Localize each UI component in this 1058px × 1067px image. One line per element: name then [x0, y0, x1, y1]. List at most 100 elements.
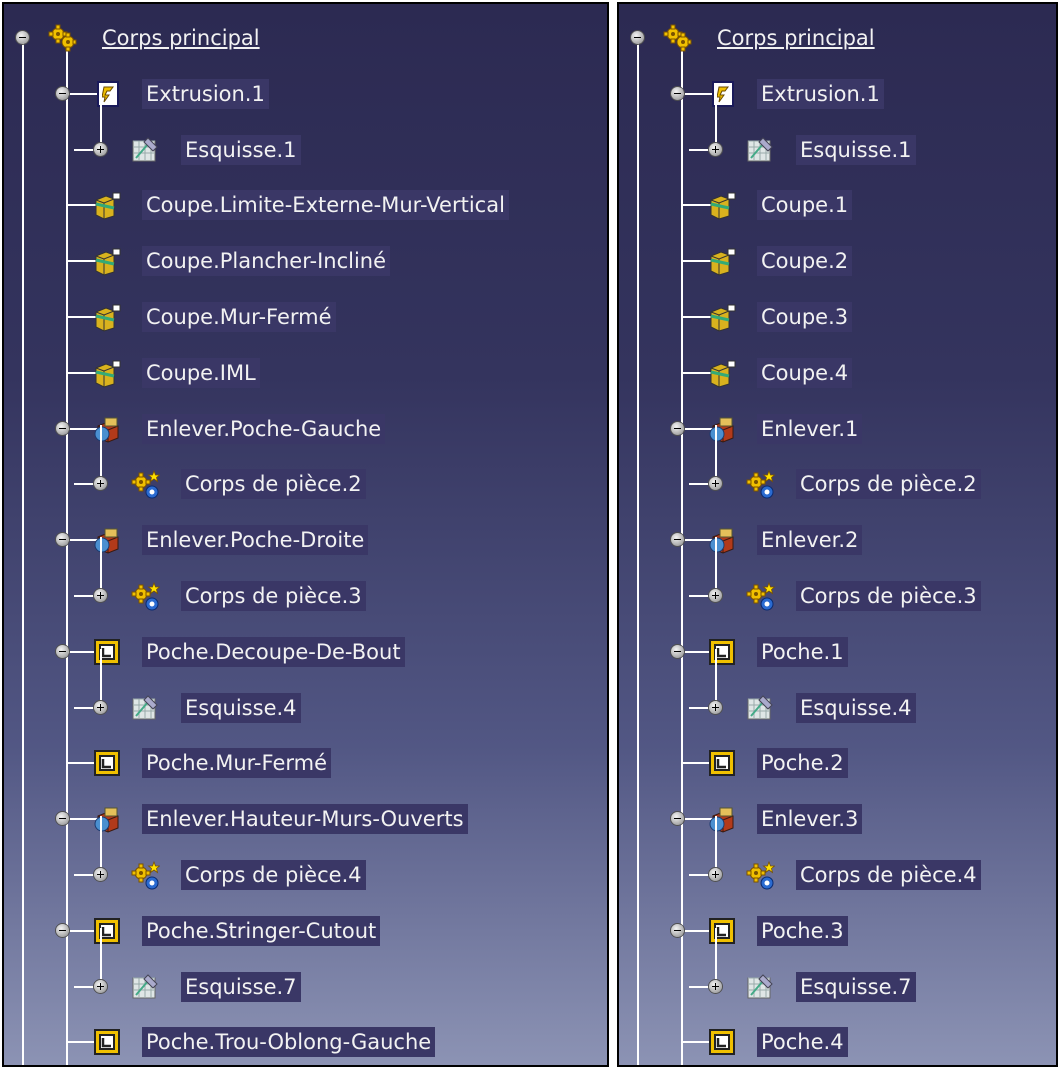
tree-node-body[interactable]: Corps de pièce.3 — [4, 537, 607, 611]
tree-node-label[interactable]: Poche.4 — [757, 1027, 848, 1058]
tree-node-split[interactable]: Coupe.Plancher-Incliné — [4, 246, 607, 277]
tree-node-pocket[interactable]: Poche.3 — [619, 915, 1056, 946]
tree-node-pocket[interactable]: Poche.4 — [619, 1027, 1056, 1058]
tree-node-label[interactable]: Esquisse.7 — [796, 971, 916, 1002]
tree-node-split[interactable]: Coupe.3 — [619, 302, 1056, 332]
expand-toggle[interactable] — [709, 979, 722, 993]
tree-node-extrusion[interactable]: Extrusion.1 — [619, 78, 1056, 109]
tree-node-split[interactable]: Coupe.1 — [619, 190, 1056, 221]
tree-node-label[interactable]: Coupe.Mur-Fermé — [142, 302, 336, 332]
tree-node-label[interactable]: Esquisse.1 — [181, 134, 301, 165]
expand-toggle[interactable] — [709, 589, 722, 602]
tree-node-body[interactable]: Corps de pièce.2 — [4, 425, 607, 500]
tree-node-remove[interactable]: Enlever.Hauteur-Murs-Ouverts — [4, 804, 607, 835]
tree-node-label[interactable]: Poche.Trou-Oblong-Gauche — [142, 1027, 436, 1058]
collapse-toggle[interactable] — [16, 31, 29, 44]
tree-node-root[interactable]: Corps principal — [4, 23, 607, 53]
collapse-toggle[interactable] — [56, 812, 69, 826]
tree-node-label[interactable]: Corps de pièce.3 — [796, 581, 981, 611]
collapse-toggle[interactable] — [671, 812, 684, 826]
expand-toggle[interactable] — [709, 868, 722, 881]
expand-toggle[interactable] — [94, 979, 107, 993]
tree-node-label[interactable]: Poche.Mur-Fermé — [142, 748, 332, 779]
tree-node-remove[interactable]: Enlever.1 — [619, 413, 1056, 444]
tree-node-label[interactable]: Esquisse.7 — [181, 971, 301, 1002]
tree-node-split[interactable]: Coupe.IML — [4, 357, 607, 388]
expand-toggle[interactable] — [709, 700, 722, 714]
tree-node-pocket[interactable]: Poche.Stringer-Cutout — [4, 915, 607, 946]
tree-node-root[interactable]: Corps principal — [619, 23, 1056, 53]
tree-node-label[interactable]: Enlever.3 — [757, 804, 863, 835]
tree-node-sketch[interactable]: Esquisse.1 — [619, 90, 1056, 165]
tree-node-sketch[interactable]: Esquisse.7 — [4, 927, 607, 1002]
tree-node-split[interactable]: Coupe.Limite-Externe-Mur-Vertical — [4, 190, 607, 221]
expand-toggle[interactable] — [709, 477, 722, 491]
tree-node-pocket[interactable]: Poche.2 — [619, 748, 1056, 779]
tree-node-sketch[interactable]: Esquisse.4 — [619, 648, 1056, 723]
expand-toggle[interactable] — [94, 142, 107, 156]
expand-toggle[interactable] — [709, 142, 722, 156]
tree-node-pocket[interactable]: Poche.1 — [619, 636, 1056, 667]
tree-node-label[interactable]: Enlever.1 — [757, 413, 863, 444]
collapse-toggle[interactable] — [56, 86, 69, 100]
tree-node-label[interactable]: Poche.Stringer-Cutout — [142, 915, 381, 946]
tree-node-label[interactable]: Esquisse.1 — [796, 134, 916, 165]
tree-node-label[interactable]: Poche.1 — [757, 636, 848, 667]
tree-node-label[interactable]: Coupe.Plancher-Incliné — [142, 246, 391, 277]
collapse-toggle[interactable] — [56, 923, 69, 937]
tree-node-split[interactable]: Coupe.2 — [619, 246, 1056, 277]
tree-node-sketch[interactable]: Esquisse.1 — [4, 90, 607, 165]
tree-node-label[interactable]: Coupe.IML — [142, 357, 260, 388]
tree-node-split[interactable]: Coupe.Mur-Fermé — [4, 302, 607, 332]
collapse-toggle[interactable] — [671, 86, 684, 100]
collapse-toggle[interactable] — [56, 421, 69, 435]
collapse-toggle[interactable] — [671, 421, 684, 435]
tree-node-extrusion[interactable]: Extrusion.1 — [4, 78, 607, 109]
collapse-toggle[interactable] — [56, 533, 69, 547]
tree-node-label[interactable]: Corps principal — [713, 23, 879, 53]
tree-node-label[interactable]: Coupe.4 — [757, 357, 853, 388]
expand-toggle[interactable] — [94, 477, 107, 491]
tree-node-label[interactable]: Corps de pièce.4 — [181, 860, 366, 890]
tree-node-label[interactable]: Coupe.2 — [757, 246, 853, 277]
tree-node-label[interactable]: Enlever.2 — [757, 525, 863, 556]
tree-node-sketch[interactable]: Esquisse.7 — [619, 927, 1056, 1002]
tree-node-label[interactable]: Esquisse.4 — [181, 692, 301, 723]
tree-node-label[interactable]: Extrusion.1 — [757, 78, 884, 109]
collapse-toggle[interactable] — [56, 644, 69, 658]
collapse-toggle[interactable] — [671, 923, 684, 937]
tree-node-sketch[interactable]: Esquisse.4 — [4, 648, 607, 723]
tree-node-remove[interactable]: Enlever.Poche-Droite — [4, 525, 607, 556]
tree-node-remove[interactable]: Enlever.3 — [619, 804, 1056, 835]
expand-toggle[interactable] — [94, 868, 107, 881]
tree-node-body[interactable]: Corps de pièce.2 — [619, 425, 1056, 500]
tree-node-label[interactable]: Poche.Decoupe-De-Bout — [142, 636, 405, 667]
tree-node-label[interactable]: Coupe.1 — [757, 190, 853, 221]
tree-node-remove[interactable]: Enlever.2 — [619, 525, 1056, 556]
tree-node-label[interactable]: Corps principal — [98, 23, 264, 53]
tree-node-split[interactable]: Coupe.4 — [619, 357, 1056, 388]
expand-toggle[interactable] — [94, 589, 107, 602]
tree-node-label[interactable]: Poche.3 — [757, 915, 848, 946]
tree-node-body[interactable]: Corps de pièce.4 — [4, 816, 607, 890]
tree-node-pocket[interactable]: Poche.Decoupe-De-Bout — [4, 636, 607, 667]
tree-node-label[interactable]: Enlever.Poche-Droite — [142, 525, 369, 556]
tree-node-label[interactable]: Corps de pièce.2 — [181, 469, 366, 500]
tree-node-body[interactable]: Corps de pièce.4 — [619, 816, 1056, 890]
tree-node-label[interactable]: Coupe.3 — [757, 302, 853, 332]
tree-node-body[interactable]: Corps de pièce.3 — [619, 537, 1056, 611]
collapse-toggle[interactable] — [671, 644, 684, 658]
tree-node-label[interactable]: Enlever.Poche-Gauche — [142, 413, 386, 444]
collapse-toggle[interactable] — [671, 533, 684, 547]
tree-node-label[interactable]: Corps de pièce.3 — [181, 581, 366, 611]
collapse-toggle[interactable] — [631, 31, 644, 44]
tree-node-label[interactable]: Esquisse.4 — [796, 692, 916, 723]
tree-node-label[interactable]: Coupe.Limite-Externe-Mur-Vertical — [142, 190, 509, 221]
tree-node-label[interactable]: Corps de pièce.4 — [796, 860, 981, 890]
tree-node-pocket[interactable]: Poche.Mur-Fermé — [4, 748, 607, 779]
tree-node-pocket[interactable]: Poche.Trou-Oblong-Gauche — [4, 1027, 607, 1058]
tree-node-label[interactable]: Corps de pièce.2 — [796, 469, 981, 500]
expand-toggle[interactable] — [94, 700, 107, 714]
tree-node-label[interactable]: Enlever.Hauteur-Murs-Ouverts — [142, 804, 468, 835]
tree-node-remove[interactable]: Enlever.Poche-Gauche — [4, 413, 607, 444]
